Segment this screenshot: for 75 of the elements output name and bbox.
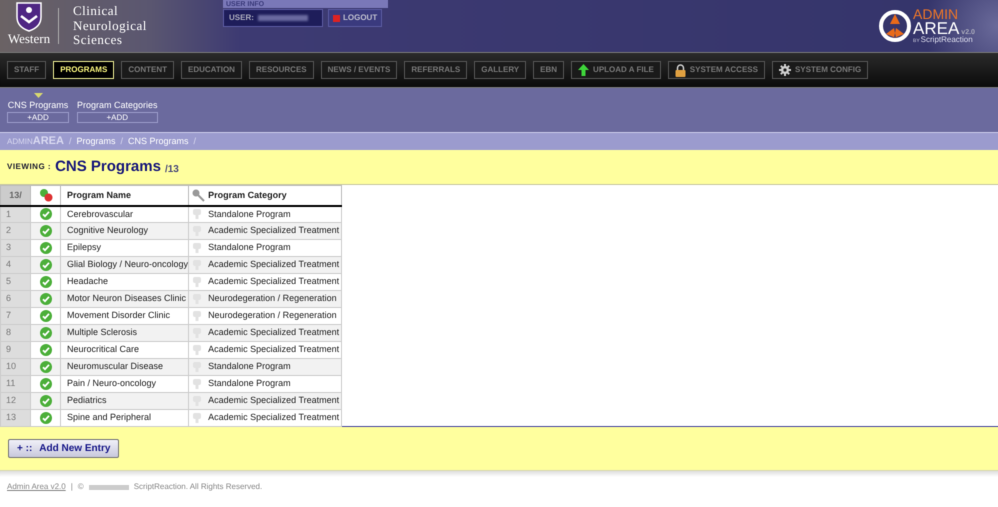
row-number: 7 — [0, 308, 30, 324]
table-cell: Standalone Program — [208, 208, 291, 221]
nav-tab[interactable]: RESOURCES — [248, 61, 314, 79]
department-name: Sciences — [73, 33, 122, 48]
nav-tab[interactable]: REFERRALS — [404, 61, 468, 79]
table-cell-text: Academic Specialized Treatment — [208, 275, 340, 288]
nav-tab[interactable]: EBN — [533, 61, 564, 79]
admin-word: ADMIN — [913, 8, 960, 21]
viewing-label: VIEWING : — [7, 161, 52, 173]
table-cell-text: Neurodegeration / Regeneration — [208, 309, 337, 322]
add-entry-button[interactable]: + :: Add New Entry — [8, 439, 120, 458]
breadcrumb-link[interactable]: Programs — [76, 134, 116, 148]
column-header: Program Category — [208, 188, 287, 202]
add-button[interactable]: +ADD — [77, 112, 158, 123]
breadcrumb-separator: / — [68, 134, 72, 148]
gear-icon — [778, 64, 791, 76]
table-cell-text: Neurodegeration / Regeneration — [208, 292, 337, 306]
table-cell-text: Academic Specialized Treatment — [208, 258, 340, 272]
add-button[interactable]: +ADD — [7, 112, 69, 123]
row-number: 6 — [0, 290, 30, 308]
padlock-icon — [674, 64, 686, 76]
user-field: USER: — [223, 9, 323, 27]
row-number: 9 — [0, 342, 30, 358]
page-title: CNS Programs — [55, 156, 161, 177]
brand-name: Western — [8, 32, 50, 46]
nav-tab[interactable]: NEWS / EVENTS — [320, 61, 398, 79]
breadcrumb-separator: / — [194, 134, 196, 148]
table-cell-text: Standalone Program — [208, 241, 291, 254]
footer-link[interactable]: Admin Area v2.0 — [7, 481, 66, 493]
table-cell-text: Academic Specialized Treatment — [208, 326, 340, 340]
nav-tab[interactable]: PROGRAMS — [53, 61, 114, 79]
nav-tab[interactable]: SYSTEM CONFIG — [772, 61, 868, 79]
record-count: /13 — [164, 162, 179, 176]
copyright-text: ScriptReaction. All Rights Reserved. — [134, 481, 262, 493]
admin-area-logo-icon — [878, 8, 912, 44]
logout-icon — [333, 14, 340, 22]
redacted-text — [88, 484, 129, 490]
nav-tab[interactable]: SYSTEM ACCESS — [668, 61, 765, 79]
row-number: 11 — [0, 376, 30, 392]
row-number: 8 — [0, 324, 30, 342]
table-cell-text: Academic Specialized Treatment — [208, 411, 340, 424]
row-number: 12 — [0, 392, 30, 410]
department-name: Clinical — [73, 4, 120, 18]
area-word: AREA — [913, 21, 960, 36]
subnav-link[interactable]: Program Categories — [77, 99, 158, 111]
nav-tab[interactable]: UPLOAD A FILE — [571, 61, 661, 79]
table-cell-text: Academic Specialized Treatment — [208, 224, 340, 238]
department-name: Neurological — [73, 18, 148, 33]
maker-name: ScriptReaction — [920, 36, 973, 44]
breadcrumb-separator: / — [120, 134, 123, 148]
row-number: 3 — [0, 240, 30, 256]
redacted-name — [258, 15, 308, 21]
table-cell-text: Academic Specialized Treatment — [208, 394, 340, 408]
table-cell-text: Standalone Program — [208, 360, 291, 374]
shield-logo — [16, 2, 42, 32]
column-header: Program Name — [60, 186, 189, 206]
table-cell-text: Standalone Program — [208, 377, 291, 390]
up-arrow-icon — [578, 64, 590, 76]
status-toggle-icon — [38, 188, 52, 202]
row-number: 2 — [0, 222, 30, 240]
footer-separator: | — [70, 481, 73, 493]
logout-button[interactable]: LOGOUT — [328, 9, 382, 27]
breadcrumb-link[interactable]: CNS Programs — [128, 134, 189, 148]
row-number: 5 — [0, 274, 30, 290]
nav-tab[interactable]: EDUCATION — [180, 61, 242, 79]
copyright-sign: © — [78, 481, 84, 493]
row-number: 4 — [0, 256, 30, 274]
nav-tab[interactable]: CONTENT — [121, 61, 174, 79]
nav-tab[interactable]: GALLERY — [474, 61, 526, 79]
table-cell-text: Academic Specialized Treatment — [208, 343, 340, 356]
subnav-link[interactable]: CNS Programs — [8, 99, 68, 111]
column-header: 13/ — [0, 186, 30, 206]
nav-tab[interactable]: STAFF — [7, 61, 46, 79]
row-number: 13 — [0, 410, 30, 426]
row-number: 10 — [0, 358, 30, 376]
